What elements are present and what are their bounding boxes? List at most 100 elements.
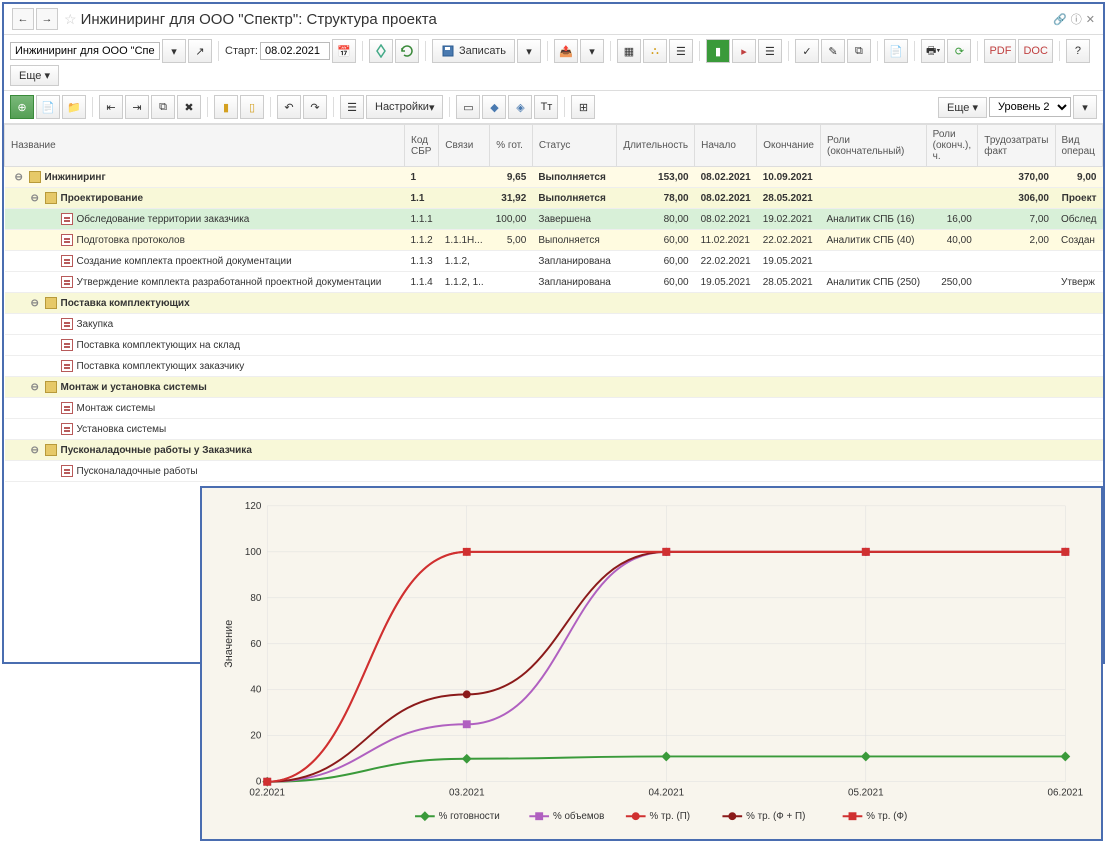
folder-icon bbox=[29, 171, 41, 183]
table-row[interactable]: Установка системы bbox=[5, 419, 1103, 440]
col-roles[interactable]: Роли (окончательный) bbox=[820, 125, 926, 167]
save-button[interactable]: Записать bbox=[432, 39, 515, 63]
table-row[interactable]: Монтаж системы bbox=[5, 398, 1103, 419]
tool-pdf-icon[interactable]: PDF bbox=[984, 39, 1016, 63]
add-doc-icon[interactable]: 📄 bbox=[36, 95, 60, 119]
tool-green-icon[interactable]: ▮ bbox=[706, 39, 730, 63]
expander-icon[interactable]: ⊖ bbox=[31, 445, 41, 456]
table-row[interactable]: ⊖Инжиниринг19,65Выполняется153,0008.02.2… bbox=[5, 167, 1103, 188]
tool-report-icon[interactable]: 📄 bbox=[884, 39, 908, 63]
undo-icon[interactable]: ↶ bbox=[277, 95, 301, 119]
refresh-icon[interactable] bbox=[395, 39, 419, 63]
redo-icon[interactable]: ↷ bbox=[303, 95, 327, 119]
view3-icon[interactable]: ◈ bbox=[508, 95, 532, 119]
start-date-input[interactable] bbox=[260, 42, 330, 60]
more-button[interactable]: Еще ▾ bbox=[10, 65, 59, 86]
close-icon[interactable]: ✕ bbox=[1086, 13, 1095, 26]
table-row[interactable]: Пусконаладочные работы bbox=[5, 461, 1103, 482]
table-row[interactable]: ⊖Пусконаладочные работы у Заказчика bbox=[5, 440, 1103, 461]
svg-text:80: 80 bbox=[250, 593, 261, 604]
tool-help-icon[interactable]: ? bbox=[1066, 39, 1090, 63]
col-rhours[interactable]: Роли (оконч.), ч. bbox=[926, 125, 978, 167]
collapse-icon[interactable]: ▾ bbox=[1073, 95, 1097, 119]
save-dropdown[interactable]: ▾ bbox=[517, 39, 541, 63]
table-row[interactable]: Поставка комплектующих заказчику bbox=[5, 356, 1103, 377]
favorite-icon[interactable]: ☆ bbox=[64, 11, 77, 28]
forward-button[interactable]: → bbox=[36, 8, 58, 30]
tool-list-icon[interactable]: ☰ bbox=[758, 39, 782, 63]
view4-icon[interactable]: Тт bbox=[534, 95, 558, 119]
view5-icon[interactable]: ⊞ bbox=[571, 95, 595, 119]
svg-text:Значение: Значение bbox=[223, 620, 235, 668]
split-icon[interactable] bbox=[369, 39, 393, 63]
table-row[interactable]: Утверждение комплекта разработанной прое… bbox=[5, 272, 1103, 293]
indent-left-icon[interactable]: ⇤ bbox=[99, 95, 123, 119]
col-op[interactable]: Вид операц bbox=[1055, 125, 1103, 167]
project-open[interactable]: ↗ bbox=[188, 39, 212, 63]
export-dropdown[interactable]: ▾ bbox=[580, 39, 604, 63]
table-row[interactable]: Закупка bbox=[5, 314, 1103, 335]
view2-icon[interactable]: ◆ bbox=[482, 95, 506, 119]
col-end[interactable]: Окончание bbox=[757, 125, 821, 167]
folder-icon bbox=[45, 297, 57, 309]
col-start[interactable]: Начало bbox=[695, 125, 757, 167]
window-title: Инжиниринг для ООО "Спектр": Структура п… bbox=[81, 11, 1054, 28]
link-icon[interactable]: 🔗 bbox=[1053, 13, 1067, 26]
table-row[interactable]: Поставка комплектующих на склад bbox=[5, 335, 1103, 356]
tool-doc-icon[interactable]: DOC bbox=[1018, 39, 1052, 63]
help-icon[interactable]: ⓘ bbox=[1071, 11, 1082, 27]
svg-text:20: 20 bbox=[250, 731, 261, 742]
indent-right-icon[interactable]: ⇥ bbox=[125, 95, 149, 119]
col-status[interactable]: Статус bbox=[532, 125, 617, 167]
back-button[interactable]: ← bbox=[12, 8, 34, 30]
svg-text:06.2021: 06.2021 bbox=[1048, 788, 1084, 799]
col-dur[interactable]: Длительность bbox=[617, 125, 695, 167]
row-name: Пусконаладочные работы bbox=[77, 466, 198, 477]
expander-icon[interactable]: ⊖ bbox=[31, 382, 41, 393]
table-row[interactable]: Создание комплекта проектной документаци… bbox=[5, 251, 1103, 272]
table-row[interactable]: ⊖Проектирование1.131,92Выполняется78,000… bbox=[5, 188, 1103, 209]
table-row[interactable]: ⊖Монтаж и установка системы bbox=[5, 377, 1103, 398]
highlight2-icon[interactable]: ▯ bbox=[240, 95, 264, 119]
svg-text:% готовности: % готовности bbox=[439, 811, 500, 822]
copy-icon[interactable]: ⧉ bbox=[151, 95, 175, 119]
svg-text:05.2021: 05.2021 bbox=[848, 788, 884, 799]
filter-icon[interactable]: ☰ bbox=[340, 95, 364, 119]
tool-tree-icon[interactable]: ⛬ bbox=[643, 39, 667, 63]
add-button[interactable]: ⊕ bbox=[10, 95, 34, 119]
col-name[interactable]: Название bbox=[5, 125, 405, 167]
delete-icon[interactable]: ✖ bbox=[177, 95, 201, 119]
add-folder-icon[interactable]: 📁 bbox=[62, 95, 86, 119]
svg-text:40: 40 bbox=[250, 685, 261, 696]
tool-copy-icon[interactable]: ⧉ bbox=[847, 39, 871, 63]
col-pct[interactable]: % гот. bbox=[490, 125, 533, 167]
task-icon bbox=[61, 465, 73, 477]
expander-icon[interactable]: ⊖ bbox=[31, 193, 41, 204]
project-select[interactable] bbox=[10, 42, 160, 60]
more-button-2[interactable]: Еще ▾ bbox=[938, 97, 987, 118]
level-select[interactable]: Уровень 2 bbox=[989, 97, 1071, 117]
highlight-icon[interactable]: ▮ bbox=[214, 95, 238, 119]
settings-button[interactable]: Настройки ▾ bbox=[366, 95, 443, 119]
tool-edit-icon[interactable]: ✎ bbox=[821, 39, 845, 63]
tool-red-icon[interactable]: ▸ bbox=[732, 39, 756, 63]
tool-sync-icon[interactable]: ⟳ bbox=[947, 39, 971, 63]
tool-hier-icon[interactable]: ☰ bbox=[669, 39, 693, 63]
row-name: Создание комплекта проектной документаци… bbox=[77, 256, 292, 267]
date-picker-icon[interactable]: 📅 bbox=[332, 39, 356, 63]
col-eff[interactable]: Трудозатраты факт bbox=[978, 125, 1055, 167]
col-links[interactable]: Связи bbox=[439, 125, 490, 167]
tool-grid-icon[interactable]: ▦ bbox=[617, 39, 641, 63]
svg-text:120: 120 bbox=[245, 501, 262, 512]
expander-icon[interactable]: ⊖ bbox=[15, 172, 25, 183]
col-sbr[interactable]: Код СБР bbox=[405, 125, 439, 167]
export-icon[interactable]: 📤 bbox=[554, 39, 578, 63]
tool-print-icon[interactable]: 🖶▾ bbox=[921, 39, 945, 63]
table-row[interactable]: Обследование территории заказчика1.1.110… bbox=[5, 209, 1103, 230]
expander-icon[interactable]: ⊖ bbox=[31, 298, 41, 309]
tool-check-icon[interactable]: ✓ bbox=[795, 39, 819, 63]
table-row[interactable]: ⊖Поставка комплектующих bbox=[5, 293, 1103, 314]
project-dropdown[interactable]: ▾ bbox=[162, 39, 186, 63]
table-row[interactable]: Подготовка протоколов1.1.21.1.1Н...5,00В… bbox=[5, 230, 1103, 251]
view1-icon[interactable]: ▭ bbox=[456, 95, 480, 119]
